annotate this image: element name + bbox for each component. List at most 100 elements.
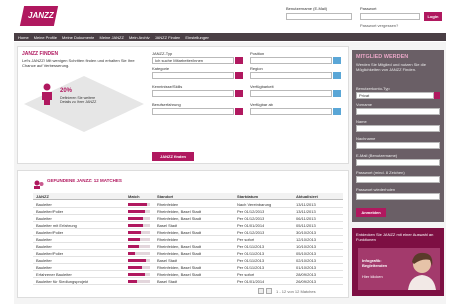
experience-select[interactable] (152, 108, 234, 115)
col-match[interactable]: Match (128, 194, 140, 199)
row-title[interactable]: Bauleiter (36, 237, 52, 242)
row-location: Basel Stadt (157, 279, 178, 284)
email-field[interactable] (286, 13, 352, 20)
nav-item-my-janzz[interactable]: Meine JANZZ (99, 35, 123, 40)
find-button[interactable]: JANZZ finden (152, 152, 194, 161)
row-title[interactable]: Bauleiter (36, 244, 52, 249)
finder-title: JANZZ FINDEN (22, 51, 59, 57)
position-button[interactable] (333, 57, 341, 64)
table-row[interactable]: Bauleiter mit Erfahrung Basel Stadt Per 01… (33, 222, 343, 229)
signup-field-input[interactable] (356, 142, 440, 149)
signup-description: Werden Sie Mitglied und nutzen Sie die M… (356, 62, 426, 72)
completion-percent: 20% (60, 88, 73, 94)
row-location: Rheinfelden, Basel Stadt (157, 244, 202, 249)
table-row[interactable]: Bauleiter Rheinfelden, Basel Stadt Per 01/… (33, 215, 343, 222)
pager-text: 1 - 12 von 12 Matches (276, 289, 316, 294)
match-fill (128, 252, 135, 255)
position-select[interactable] (250, 57, 332, 64)
row-updated: 28/09/2013 (296, 272, 317, 277)
row-title[interactable]: Bauleiter (36, 258, 52, 263)
table-row[interactable]: Bauleiter Rheinfelden Nach Vereinbarung 13/… (33, 201, 343, 208)
col-location[interactable]: Standort (157, 194, 173, 199)
row-title[interactable]: Bauleiter mit Erfahrung (36, 223, 77, 228)
nav-item-profile[interactable]: Meine Profile (34, 35, 57, 40)
table-row[interactable]: Bauleiter Rheinfelden Per sofort 12/10/2013 (33, 236, 343, 243)
results-table: Bauleiter Rheinfelden Nach Vereinbarung 13/… (33, 201, 343, 285)
table-row[interactable]: Erfahrener Bauleiter Rheinfelden, Basel S… (33, 271, 343, 278)
promo-card-title: Infografik: Begleitenden (362, 258, 388, 268)
account-type-button[interactable] (434, 92, 440, 99)
experience-button[interactable] (235, 108, 243, 115)
row-title[interactable]: Bauleiter (36, 202, 52, 207)
login-button[interactable]: Login (424, 12, 442, 21)
availability-select[interactable] (250, 90, 332, 97)
nav-item-find[interactable]: JANZZ Finden (155, 35, 181, 40)
col-start[interactable]: Startdatum (237, 194, 258, 199)
pager-next[interactable] (266, 288, 272, 294)
region-button[interactable] (333, 72, 341, 79)
email-label: Benutzername (E-Mail) (286, 6, 328, 11)
table-row[interactable]: Bauleiter/Polier Rheinfelden, Basel Stadt… (33, 229, 343, 236)
category-button[interactable] (235, 72, 243, 79)
janzz-type-select[interactable]: Ich suche Mitarbeiter/innen (152, 57, 234, 64)
promo-card-link[interactable]: Hier klicken (362, 274, 383, 279)
row-title[interactable]: Bauleiter/Polier (36, 209, 63, 214)
match-bar (128, 231, 150, 234)
match-bar (128, 210, 150, 213)
table-row[interactable]: Bauleiter/Polier Rheinfelden, Basel Stadt… (33, 250, 343, 257)
row-title[interactable]: Bauleiter/Polier (36, 251, 63, 256)
row-title[interactable]: Bauleiter (36, 216, 52, 221)
skills-button[interactable] (235, 90, 243, 97)
row-updated: 12/10/2013 (296, 237, 317, 242)
nav-item-settings[interactable]: Einstellungen (185, 35, 209, 40)
pager-prev[interactable] (258, 288, 264, 294)
field-label: Verfügbarkeit (250, 84, 274, 89)
match-bar (128, 224, 150, 227)
row-start: Per 01/11/2013 (237, 244, 265, 249)
row-title[interactable]: Bauleiter/Polier (36, 230, 63, 235)
available-from-button[interactable] (333, 108, 341, 115)
signup-button[interactable]: Anmelden (356, 208, 386, 217)
match-fill (128, 210, 145, 213)
signup-field-input[interactable] (356, 125, 440, 132)
nav-item-home[interactable]: Home (18, 35, 29, 40)
row-start: Per 01/12/2013 (237, 209, 265, 214)
signup-field-input[interactable] (356, 159, 440, 166)
skills-select[interactable] (152, 90, 234, 97)
table-row[interactable]: Bauleiter für Siedlungsprojekt Basel Stad… (33, 278, 343, 285)
match-bar (128, 203, 150, 206)
table-row[interactable]: Bauleiter Basel Stadt Per 01/11/2013 02/10/… (33, 257, 343, 264)
signup-field-label: Nachname (356, 136, 376, 141)
region-select[interactable] (250, 72, 332, 79)
password-field[interactable] (360, 13, 420, 20)
signup-field-input[interactable] (356, 193, 440, 200)
nav-item-documents[interactable]: Meine Dokumente (62, 35, 94, 40)
row-start: Per sofort (237, 272, 255, 277)
col-janzz[interactable]: JANZZ (36, 194, 49, 199)
row-location: Rheinfelden, Basel Stadt (157, 272, 202, 277)
signup-field-label: Passwort (mind. 8 Zeichen) (356, 170, 405, 175)
nav-item-archive[interactable]: Mein Archiv (129, 35, 150, 40)
available-from-select[interactable] (250, 108, 332, 115)
availability-button[interactable] (333, 90, 341, 97)
row-updated: 10/10/2013 (296, 244, 317, 249)
row-title[interactable]: Bauleiter für Siedlungsprojekt (36, 279, 88, 284)
field-label: Region (250, 66, 263, 71)
row-title[interactable]: Bauleiter (36, 265, 52, 270)
janzz-type-button[interactable] (235, 57, 243, 64)
category-select[interactable] (152, 72, 234, 79)
row-updated: 26/09/2013 (296, 279, 317, 284)
row-title[interactable]: Erfahrener Bauleiter (36, 272, 72, 277)
table-row[interactable]: Bauleiter Rheinfelden, Basel Stadt Per 01/… (33, 243, 343, 250)
signup-field-label: E-Mail (Benutzername) (356, 153, 398, 158)
signup-field-input[interactable] (356, 108, 440, 115)
table-row[interactable]: Bauleiter/Polier Rheinfelden, Basel Stadt… (33, 208, 343, 215)
col-updated[interactable]: Aktualisiert (296, 194, 318, 199)
signup-field-input[interactable] (356, 176, 440, 183)
table-header: JANZZ Match Standort Startdatum Aktualis… (33, 193, 343, 200)
forgot-password-link[interactable]: Passwort vergessen? (360, 23, 430, 28)
row-start: Per 01/01/2014 (237, 223, 265, 228)
table-row[interactable]: Bauleiter Rheinfelden, Basel Stadt Per 01/… (33, 264, 343, 271)
account-type-select[interactable]: Privat (356, 92, 434, 99)
signup-field-label: Passwort wiederholen (356, 187, 396, 192)
